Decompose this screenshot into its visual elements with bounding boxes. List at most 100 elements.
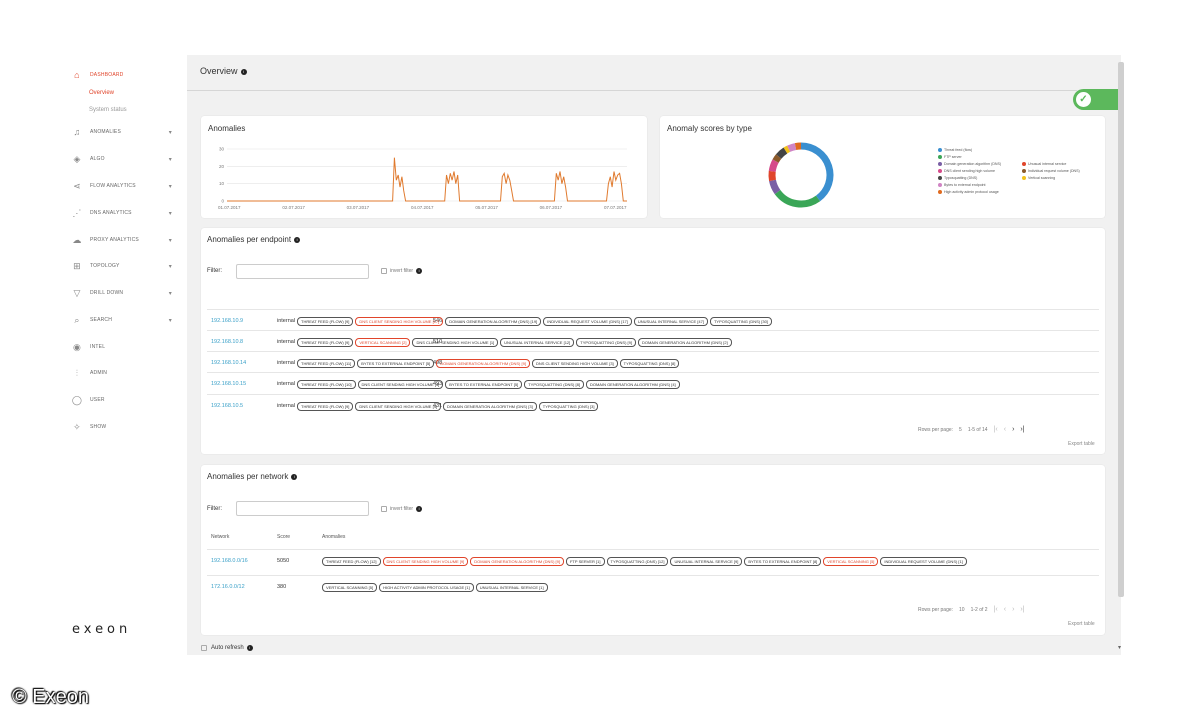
anomaly-chip[interactable]: TYPOSQUATTING (DNS) [3]	[538, 402, 599, 411]
sidebar-item-admin[interactable]: ⫶ ADMIN	[72, 366, 182, 380]
anomaly-chip[interactable]: DOMAIN GENERATION ALGORITHM (DNS) [4]	[585, 380, 680, 389]
anomaly-chip[interactable]: THREAT FEED (FLOW) [12]	[322, 557, 381, 566]
donut-slice[interactable]	[787, 143, 797, 152]
anomaly-chip[interactable]: DNS CLIENT SENDING HIGH VOLUME [4]	[357, 380, 444, 389]
anomaly-chip[interactable]: BYTES TO EXTERNAL ENDPOINT [5]	[445, 380, 523, 389]
donut-slice[interactable]	[772, 154, 782, 163]
scroll-down-icon[interactable]: ▾	[1118, 644, 1121, 651]
info-icon[interactable]: i	[291, 473, 298, 480]
sidebar-item-dns-analytics[interactable]: ⋰ DNS ANALYTICS ▾	[72, 206, 182, 220]
export-table-link[interactable]: Export table	[1068, 621, 1095, 627]
auto-refresh-toggle[interactable]: Auto refresh i	[201, 645, 253, 651]
donut-slice[interactable]	[775, 147, 788, 159]
anomaly-chip[interactable]: TYPOSQUATTING (DNS) [30]	[709, 317, 772, 326]
last-page-icon[interactable]: ›|	[1020, 606, 1024, 613]
info-icon[interactable]: i	[416, 506, 423, 512]
anomaly-chip[interactable]: THREAT FEED (FLOW) [10]	[297, 380, 356, 389]
anomaly-chip[interactable]: UNUSUAL INTERNAL SERVICE [47]	[633, 317, 708, 326]
next-page-icon[interactable]: ›	[1012, 426, 1014, 433]
info-icon[interactable]: i	[246, 645, 253, 651]
anomaly-chip[interactable]: TYPOSQUATTING (DNS) [8]	[524, 380, 584, 389]
anomaly-chip[interactable]: THREAT FEED (FLOW) [9]	[297, 317, 354, 326]
table-cell-network[interactable]: 192.168.0.0/16	[211, 558, 248, 564]
sidebar-item-proxy-analytics[interactable]: ☁ PROXY ANALYTICS ▾	[72, 233, 182, 247]
anomaly-chip[interactable]: DOMAIN GENERATION ALGORITHM (DNS) [9]	[470, 557, 564, 566]
anomaly-chip[interactable]: DOMAIN GENERATION ALGORITHM (DNS) [19]	[445, 317, 542, 326]
first-page-icon[interactable]: |‹	[994, 606, 998, 613]
sidebar-item-algo[interactable]: ◈ ALGO ▾	[72, 152, 182, 166]
anomaly-chip[interactable]: UNUSUAL INTERNAL SERVICE [9]	[670, 557, 743, 566]
sidebar-item-drill-down[interactable]: ▽ DRILL DOWN ▾	[72, 286, 182, 300]
anomaly-chip[interactable]: BYTES TO EXTERNAL ENDPOINT [5]	[357, 359, 435, 368]
rows-per-page-select[interactable]: 5	[959, 427, 962, 433]
anomaly-chip[interactable]: THREAT FEED (FLOW) [9]	[297, 338, 354, 347]
table-cell-endpoint[interactable]: 192.168.10.15	[211, 381, 246, 387]
anomaly-chip[interactable]: TYPOSQUATTING (DNS) [12]	[606, 557, 669, 566]
anomaly-chip[interactable]: DNS CLIENT SENDING HIGH VOLUME [3]	[531, 359, 618, 368]
anomaly-chip[interactable]: DNS CLIENT SENDING HIGH VOLUME [9]	[382, 557, 469, 566]
donut-slice[interactable]	[774, 189, 821, 208]
info-icon[interactable]: i	[416, 268, 423, 274]
endpoint-filter-input[interactable]	[236, 264, 369, 279]
anomaly-chip[interactable]: FTP SERVER [1]	[565, 557, 605, 566]
anomaly-chip[interactable]: DNS CLIENT SENDING HIGH VOLUME [17]	[355, 317, 444, 326]
anomaly-chip[interactable]: DOMAIN GENERATION ALGORITHM (DNS) [9]	[436, 359, 530, 368]
anomaly-chip[interactable]: VERTICAL SCANNING [5]	[823, 557, 879, 566]
anomaly-chip[interactable]: DOMAIN GENERATION ALGORITHM (DNS) [3]	[443, 402, 537, 411]
table-cell-endpoint[interactable]: 192.168.10.14	[211, 360, 246, 366]
column-header[interactable]: Network	[211, 534, 229, 540]
donut-slice[interactable]	[783, 145, 791, 154]
donut-slice[interactable]	[768, 159, 779, 172]
sidebar-item-intel[interactable]: ◉ INTEL	[72, 340, 182, 354]
column-header[interactable]: Score	[277, 534, 290, 540]
status-toggle[interactable]: ✓	[1073, 89, 1118, 110]
network-filter-input[interactable]	[236, 501, 369, 516]
sidebar-item-user[interactable]: ◯ USER	[72, 393, 182, 407]
sidebar-item-search[interactable]: ⌕ SEARCH ▾	[72, 313, 182, 327]
last-page-icon[interactable]: ›|	[1020, 426, 1024, 433]
table-cell-endpoint[interactable]: 192.168.10.5	[211, 403, 243, 409]
checkbox-icon[interactable]	[201, 645, 207, 651]
anomaly-chip[interactable]: TYPOSQUATTING (DNS) [8]	[619, 359, 680, 368]
anomaly-chip[interactable]: DNS CLIENT SENDING HIGH VOLUME [1]	[412, 338, 499, 347]
sidebar-subitem-system-status[interactable]: System status	[89, 107, 127, 113]
next-page-icon[interactable]: ›	[1012, 606, 1014, 613]
sidebar-item-dashboard[interactable]: ⌂ DASHBOARD	[72, 68, 182, 82]
anomaly-chip[interactable]: HIGH ACTIVITY ADMIN PROTOCOL USAGE [1]	[379, 583, 474, 592]
info-icon[interactable]: i	[294, 236, 301, 243]
table-cell-endpoint[interactable]: 192.168.10.9	[211, 318, 243, 324]
network-invert-filter[interactable]: invert filter i	[381, 506, 423, 512]
anomaly-chip[interactable]: VERTICAL SCANNING [5]	[322, 583, 378, 592]
endpoint-invert-filter[interactable]: invert filter i	[381, 268, 423, 274]
donut-slice[interactable]	[800, 142, 834, 202]
anomaly-chip[interactable]: TYPOSQUATTING (DNS) [9]	[576, 338, 636, 347]
anomaly-chip[interactable]: UNUSUAL INTERNAL SERVICE [1]	[475, 583, 548, 592]
anomaly-chip[interactable]: UNUSUAL INTERNAL SERVICE [12]	[500, 338, 575, 347]
table-cell-endpoint[interactable]: 192.168.10.8	[211, 339, 243, 345]
anomaly-chip[interactable]: THREAT FEED (FLOW) [11]	[297, 359, 356, 368]
sidebar-item-flow-analytics[interactable]: ⋖ FLOW ANALYTICS ▾	[72, 179, 182, 193]
anomaly-chip[interactable]: THREAT FEED (FLOW) [9]	[297, 402, 354, 411]
prev-page-icon[interactable]: ‹	[1004, 426, 1006, 433]
donut-slice[interactable]	[768, 170, 776, 182]
table-cell-network[interactable]: 172.16.0.0/12	[211, 584, 245, 590]
sidebar-item-show[interactable]: ✧ SHOW	[72, 420, 182, 434]
anomaly-chip[interactable]: DOMAIN GENERATION ALGORITHM (DNS) [2]	[637, 338, 732, 347]
rows-per-page-select[interactable]: 10	[959, 607, 965, 613]
checkbox-icon[interactable]	[381, 506, 387, 512]
anomaly-chip[interactable]: INDIVIDUAL REQUEST VOLUME (DNS) [1]	[880, 557, 967, 566]
checkbox-icon[interactable]	[381, 268, 387, 274]
column-header[interactable]: Anomalies	[322, 534, 345, 540]
sidebar-subitem-overview[interactable]: Overview	[89, 90, 114, 96]
export-table-link[interactable]: Export table	[1068, 441, 1095, 447]
anomaly-chip[interactable]: VERTICAL SCANNING [2]	[355, 338, 411, 347]
scrollbar[interactable]	[1118, 62, 1124, 597]
sidebar-item-anomalies[interactable]: ♫ ANOMALIES ▾	[72, 125, 182, 139]
first-page-icon[interactable]: |‹	[994, 426, 998, 433]
sidebar-item-topology[interactable]: ⊞ TOPOLOGY ▾	[72, 259, 182, 273]
anomaly-chip[interactable]: BYTES TO EXTERNAL ENDPOINT [8]	[744, 557, 822, 566]
donut-slice[interactable]	[794, 142, 802, 150]
anomaly-chip[interactable]: INDIVIDUAL REQUEST VOLUME (DNS) [17]	[543, 317, 632, 326]
anomaly-chip[interactable]: DNS CLIENT SENDING HIGH VOLUME [4]	[355, 402, 442, 411]
info-icon[interactable]: i	[240, 68, 247, 75]
